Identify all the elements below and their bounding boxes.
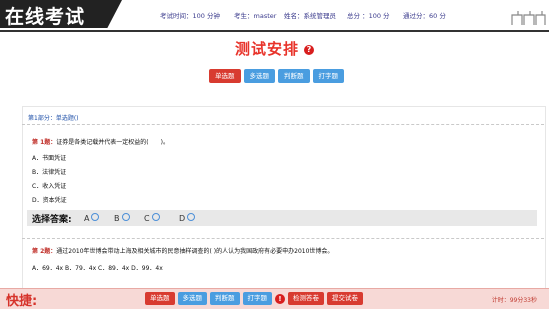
answer-option-c[interactable]: C bbox=[144, 213, 160, 223]
question-2-number: 第 2题： bbox=[32, 248, 57, 255]
logo-box: 在线考试 bbox=[0, 0, 122, 28]
question-1-option-a: A．书面凭证 bbox=[32, 155, 67, 162]
logo: 在线考试 bbox=[5, 6, 86, 28]
decoration-icon bbox=[511, 11, 546, 25]
answer-option-a[interactable]: A bbox=[84, 213, 100, 223]
question-1-number: 第 1题： bbox=[32, 139, 57, 146]
answer-bar: 选择答案: A B C D bbox=[27, 210, 537, 226]
answer-option-b[interactable]: B bbox=[114, 213, 130, 223]
question-1-option-c: C．收入凭证 bbox=[32, 183, 67, 190]
radio-icon[interactable] bbox=[121, 213, 130, 221]
shortcut-buttons: 单选题 多选题 判断题 打字题 ! 检测答卷 提交试卷 bbox=[145, 292, 363, 305]
radio-icon[interactable] bbox=[91, 213, 100, 221]
check-answers-button[interactable]: 检测答卷 bbox=[288, 292, 324, 305]
shortcut-bar: 快捷: 单选题 多选题 判断题 打字题 ! 检测答卷 提交试卷 计时：99分33… bbox=[0, 288, 549, 309]
total-score: 总分 ：100 分 bbox=[347, 12, 390, 20]
tab-multiple-choice[interactable]: 多选题 bbox=[243, 69, 275, 83]
section-label: 第1部分：单选题() bbox=[28, 115, 79, 122]
question-1-option-b: B．法律凭证 bbox=[32, 169, 67, 176]
answer-label: 选择答案: bbox=[32, 215, 72, 225]
answer-option-d[interactable]: D bbox=[179, 213, 196, 223]
tab-single-choice[interactable]: 单选题 bbox=[209, 69, 241, 83]
question-2-options: A．69．4x B．79．4x C．89．4x D．99．4x bbox=[32, 265, 163, 272]
divider bbox=[22, 124, 544, 125]
shortcut-single-choice[interactable]: 单选题 bbox=[145, 292, 175, 305]
header: 在线考试 考试时间：100 分钟 考生：master 姓名：系统管理员 总分 ：… bbox=[0, 0, 549, 30]
shortcut-true-false[interactable]: 判断题 bbox=[210, 292, 240, 305]
divider bbox=[22, 238, 544, 239]
exam-time: 考试时间：100 分钟 bbox=[160, 12, 220, 20]
radio-icon[interactable] bbox=[187, 213, 196, 221]
question-1-text: 证券是各类记载并代表一定权益的( )。 bbox=[56, 139, 169, 146]
shortcut-label: 快捷: bbox=[6, 294, 38, 309]
candidate-name: 姓名：系统管理员 bbox=[284, 12, 336, 20]
tab-true-false[interactable]: 判断题 bbox=[278, 69, 310, 83]
candidate: 考生：master bbox=[234, 12, 277, 20]
title-area: 测试安排? bbox=[0, 38, 549, 59]
tab-typing[interactable]: 打字题 bbox=[312, 69, 344, 83]
question-2: 第 2题：通过2010年世博会带动上海及相关城市的民意抽样调查的( )的人认为我… bbox=[32, 246, 333, 255]
question-1: 第 1题：证券是各类记载并代表一定权益的( )。 bbox=[32, 137, 169, 146]
timer: 计时：99分33秒 bbox=[491, 297, 537, 304]
page-title: 测试安排 bbox=[234, 40, 299, 58]
help-icon[interactable]: ? bbox=[304, 45, 314, 55]
header-divider bbox=[0, 30, 549, 32]
submit-exam-button[interactable]: 提交试卷 bbox=[327, 292, 363, 305]
alert-icon: ! bbox=[275, 293, 285, 304]
question-1-option-d: D．资本凭证 bbox=[32, 197, 67, 204]
pass-score: 通过分：60 分 bbox=[403, 12, 446, 20]
shortcut-typing[interactable]: 打字题 bbox=[242, 292, 272, 305]
question-2-text: 通过2010年世博会带动上海及相关城市的民意抽样调查的( )的人认为我国政府有必… bbox=[56, 248, 334, 255]
question-type-tabs: 单选题 多选题 判断题 打字题 bbox=[209, 69, 344, 83]
shortcut-multiple-choice[interactable]: 多选题 bbox=[177, 292, 207, 305]
radio-icon[interactable] bbox=[151, 213, 160, 221]
